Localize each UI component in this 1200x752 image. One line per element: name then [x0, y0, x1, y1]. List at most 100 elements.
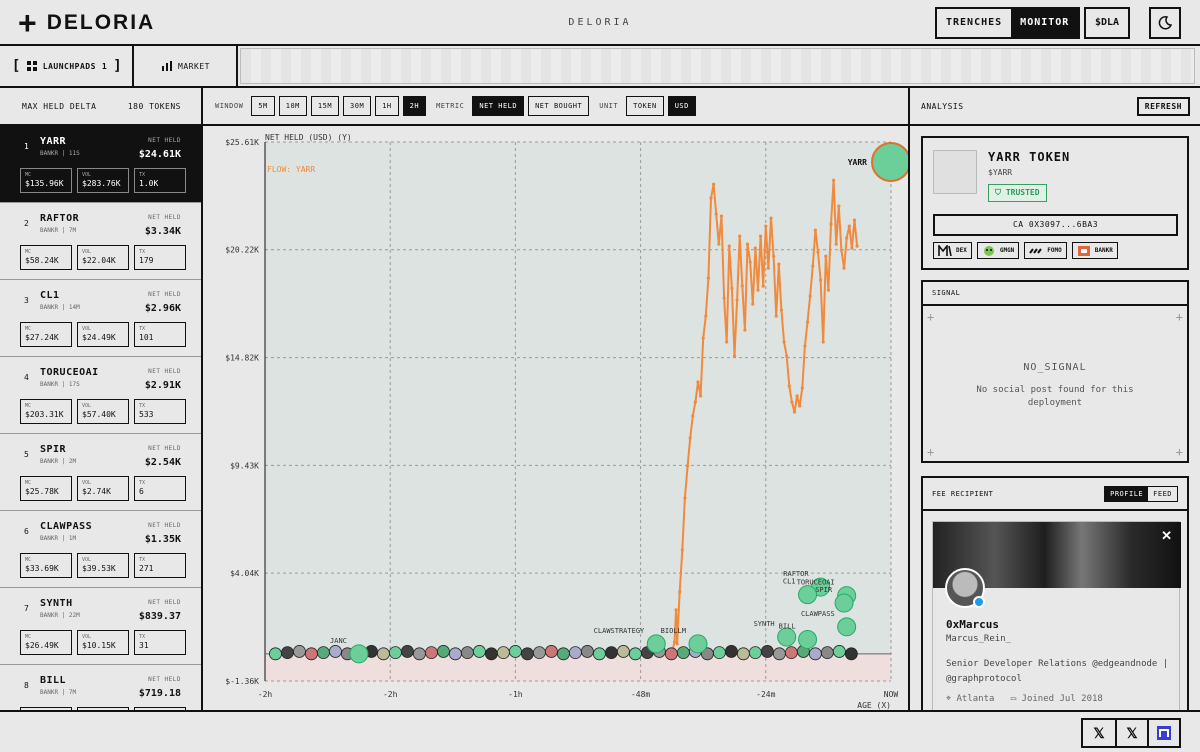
- token-row[interactable]: 4 TORUCEOAI BANKR | 17S NET HELD $2.91K MC $20…: [0, 357, 201, 434]
- window-2h-button[interactable]: 2H: [402, 96, 427, 116]
- token-meta: BANKR | 14M: [40, 304, 80, 311]
- fomo-link[interactable]: FOMO: [1024, 242, 1067, 259]
- series-point: [777, 262, 781, 266]
- token-bubble-named: [646, 634, 666, 654]
- corner-plus-icon: +: [1175, 445, 1183, 459]
- feed-tab[interactable]: FEED: [1148, 487, 1177, 501]
- net-held-value: $2.96K: [144, 303, 181, 314]
- app-logo-icon: [1157, 726, 1171, 740]
- token-bubble: [628, 647, 642, 661]
- corner-plus-icon: +: [927, 310, 935, 324]
- x-icon[interactable]: 𝕏: [1083, 720, 1115, 746]
- mode-monitor-button[interactable]: MONITOR: [1011, 9, 1079, 37]
- window-10m-button[interactable]: 10M: [278, 96, 307, 116]
- market-tab[interactable]: MARKET: [136, 46, 238, 86]
- token-card: YARR TOKEN $YARR ⛉ TRUSTED CA 0X3097...6…: [921, 136, 1189, 270]
- series-point: [800, 386, 804, 390]
- token-row[interactable]: 5 SPIR BANKR | 2M NET HELD $2.54K MC $25.78K VO…: [0, 434, 201, 511]
- refresh-button[interactable]: REFRESH: [1136, 96, 1190, 116]
- token-name: RAFTOR: [40, 213, 80, 224]
- window-15m-button[interactable]: 15M: [310, 96, 340, 116]
- dla-button[interactable]: $DLA: [1084, 7, 1130, 39]
- token-row[interactable]: 1 YARR BANKR | 11S NET HELD $24.61K MC $135.96…: [0, 126, 201, 203]
- series-point: [842, 266, 846, 270]
- bankr-label: BANKR: [1094, 247, 1113, 254]
- mc-stat: MC $33.69K: [20, 553, 72, 578]
- token-row[interactable]: 2 RAFTOR BANKR | 7M NET HELD $3.34K MC $58.24K…: [0, 203, 201, 280]
- vol-stat: VOL $57.40K: [77, 399, 129, 424]
- series-point: [772, 254, 776, 258]
- vol-value: $57.40K: [82, 410, 116, 419]
- token-stats: MC $25.78K VOL $2.74K TX 6: [20, 476, 186, 501]
- series-point: [769, 216, 773, 220]
- bubble-label: BILL: [779, 622, 796, 630]
- profile-joined: Joined Jul 2018: [1021, 694, 1103, 704]
- app-icon[interactable]: [1147, 720, 1179, 746]
- x-icon[interactable]: 𝕏: [1115, 720, 1147, 746]
- mode-trenches-button[interactable]: TRENCHES: [937, 9, 1011, 37]
- metric-net-held-button[interactable]: NET HELD: [472, 96, 525, 116]
- net-held-chart[interactable]: $25.61K $20.22K $14.82K $9.43K $4.04K $-1.36K…: [203, 128, 908, 710]
- token-meta: BANKR | 1M: [40, 535, 77, 542]
- theme-toggle-button[interactable]: [1149, 7, 1181, 39]
- logo[interactable]: + DELORIA: [18, 7, 155, 39]
- window-30m-button[interactable]: 30M: [343, 96, 372, 116]
- chart-controls: WINDOW 5M 10M 15M 30M 1H 2H METRIC NET H…: [203, 88, 908, 126]
- token-rank: 8: [24, 681, 29, 690]
- dex-link[interactable]: DEX: [933, 242, 972, 259]
- net-held-label: NET HELD: [148, 522, 181, 529]
- window-1h-button[interactable]: 1H: [375, 96, 399, 116]
- unit-token-button[interactable]: TOKEN: [626, 96, 664, 116]
- series-point: [811, 264, 815, 268]
- vol-label: VOL: [82, 634, 92, 640]
- window-label: WINDOW: [215, 102, 244, 110]
- series-point: [816, 250, 820, 254]
- gmgn-link[interactable]: GMGN: [976, 242, 1020, 259]
- grid-icon: [26, 61, 37, 71]
- series-point: [738, 234, 742, 238]
- token-row[interactable]: 6 CLAWPASS BANKR | 1M NET HELD $1.35K MC $33.6…: [0, 511, 201, 588]
- series-point: [709, 196, 713, 200]
- tx-label: TX: [139, 403, 146, 409]
- gmgn-label: GMGN: [999, 247, 1015, 254]
- metric-net-bought-button[interactable]: NET BOUGHT: [528, 96, 590, 116]
- token-row[interactable]: 3 CL1 BANKR | 14M NET HELD $2.96K MC $27.24K VO…: [0, 280, 201, 357]
- analysis-panel: ANALYSIS REFRESH YARR TOKEN $YARR ⛉ TRUS…: [910, 88, 1200, 710]
- launchpads-tab[interactable]: [ LAUNCHPADS 1 ]: [2, 46, 134, 86]
- y-axis-label: NET HELD (USD) (Y): [265, 133, 352, 142]
- token-row[interactable]: 7 SYNTH BANKR | 22M NET HELD $839.37 MC $26.49…: [0, 588, 201, 665]
- y-tick-label: $9.43K: [230, 461, 259, 470]
- window-5m-button[interactable]: 5M: [251, 96, 275, 116]
- series-point: [803, 344, 807, 348]
- token-rank: 7: [24, 604, 29, 613]
- profile-name: 0xMarcus: [946, 618, 999, 631]
- profile-tab[interactable]: PROFILE: [1105, 486, 1149, 501]
- series-point: [732, 354, 737, 358]
- x-profile-card[interactable]: ✕ 0xMarcus Marcus_Rein_ Senior Developer…: [932, 521, 1181, 710]
- mc-stat: MC $135.96K: [20, 168, 72, 193]
- moon-icon: [1158, 16, 1172, 30]
- tx-value: 179: [139, 256, 154, 265]
- fomo-icon: [1029, 247, 1043, 254]
- unit-usd-button[interactable]: USD: [667, 96, 696, 116]
- token-rank: 5: [24, 450, 29, 459]
- y-tick-label: $4.04K: [230, 569, 259, 578]
- token-bubble: [580, 645, 594, 658]
- token-links: DEX GMGN FOMO BANKR: [933, 242, 1118, 259]
- series-point: [706, 276, 711, 280]
- token-bubble: [389, 646, 402, 660]
- token-row[interactable]: 8BILLBANKR | 7MNET HELD$719.18MCVOLTX: [0, 665, 201, 710]
- location-pin-icon: ⌖: [946, 694, 952, 704]
- bottom-bar: 𝕏 𝕏: [0, 710, 1200, 752]
- bubble-label: CLAWSTRATEGY: [594, 627, 645, 635]
- vol-stat: VOL $283.76K: [77, 168, 129, 193]
- bubble-label: BIOLLM: [661, 627, 686, 635]
- contract-address-button[interactable]: CA 0X3097...6BA3: [933, 214, 1178, 236]
- mc-value: $27.24K: [25, 333, 59, 342]
- bankr-link[interactable]: BANKR: [1071, 242, 1118, 259]
- mc-label: MC: [25, 557, 32, 563]
- series-point: [798, 404, 802, 408]
- series-point: [719, 214, 724, 218]
- token-bubble: [317, 646, 330, 660]
- token-bubble: [401, 645, 414, 658]
